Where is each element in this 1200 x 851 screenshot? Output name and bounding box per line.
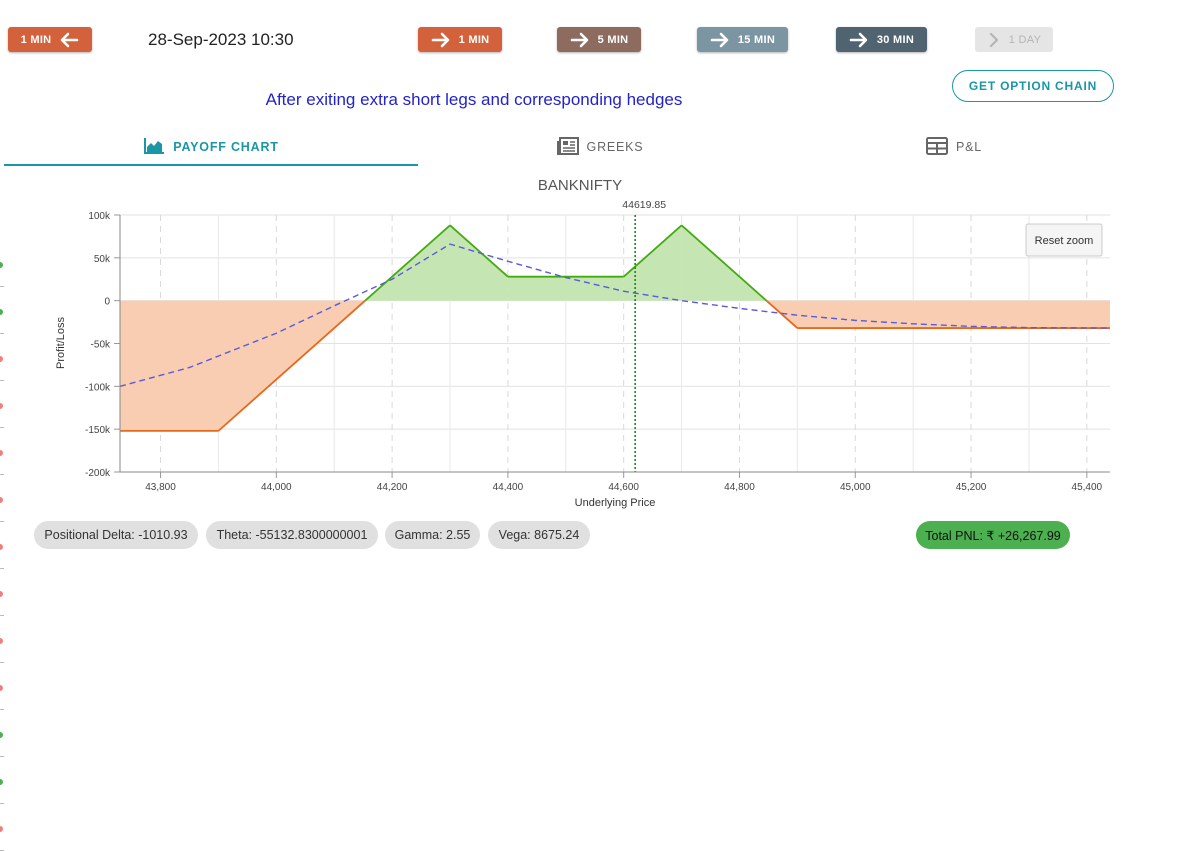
back-label: 1 MIN bbox=[20, 33, 52, 46]
area-chart-icon bbox=[143, 137, 165, 158]
edge-tick bbox=[0, 803, 4, 804]
y-tick-label: -50k bbox=[91, 340, 111, 351]
current-datetime: 28-Sep-2023 10:30 bbox=[148, 30, 294, 49]
chevron-right-icon bbox=[987, 32, 1001, 48]
spot-price-label: 44619.85 bbox=[622, 199, 666, 211]
edge-tick bbox=[0, 521, 4, 522]
profit-area bbox=[450, 225, 508, 301]
forward-30min-button[interactable]: 30 MIN bbox=[836, 27, 927, 52]
x-tick-label: 45,000 bbox=[840, 482, 871, 493]
status-dot bbox=[0, 544, 3, 550]
toolbar: 1 MIN 28-Sep-2023 10:30 1 MIN 5 MIN 15 M… bbox=[0, 0, 1200, 70]
tab-pnl[interactable]: P&L bbox=[754, 128, 1154, 166]
tab-payoff-chart-label: PAYOFF CHART bbox=[173, 140, 279, 154]
x-tick-label: 44,000 bbox=[261, 482, 292, 493]
get-option-chain-button[interactable]: GET OPTION CHAIN bbox=[952, 70, 1114, 102]
y-axis-label: Profit/Loss bbox=[55, 317, 67, 369]
edge-tick bbox=[0, 662, 4, 663]
forward-1min-button[interactable]: 1 MIN bbox=[418, 27, 502, 52]
edge-tick bbox=[0, 286, 4, 287]
x-axis-label: Underlying Price bbox=[575, 497, 656, 509]
y-tick-label: 50k bbox=[94, 254, 111, 265]
tab-payoff-chart[interactable]: PAYOFF CHART bbox=[4, 128, 418, 166]
tab-greeks-label: GREEKS bbox=[586, 140, 644, 154]
status-dot bbox=[0, 826, 3, 832]
forward-5min-label: 5 MIN bbox=[597, 33, 629, 46]
y-tick-label: 0 bbox=[104, 297, 110, 308]
x-tick-label: 44,600 bbox=[608, 482, 639, 493]
left-edge-indicators bbox=[0, 240, 6, 851]
arrow-left-icon bbox=[59, 32, 79, 48]
x-tick-label: 43,800 bbox=[145, 482, 176, 493]
arrow-right-icon bbox=[710, 32, 730, 48]
edge-tick bbox=[0, 333, 4, 334]
edge-tick bbox=[0, 427, 4, 428]
x-tick-label: 45,200 bbox=[956, 482, 987, 493]
status-dot bbox=[0, 685, 3, 691]
edge-tick bbox=[0, 380, 4, 381]
edge-tick bbox=[0, 615, 4, 616]
loss-area bbox=[120, 300, 219, 431]
tab-pnl-label: P&L bbox=[955, 140, 983, 154]
loss-area bbox=[797, 300, 1110, 329]
table-grid-icon bbox=[925, 136, 948, 158]
arrow-right-icon bbox=[431, 32, 451, 48]
tab-greeks[interactable]: GREEKS bbox=[400, 128, 800, 166]
forward-5min-button[interactable]: 5 MIN bbox=[557, 27, 641, 52]
forward-1day-button[interactable]: 1 DAY bbox=[975, 27, 1053, 52]
edge-tick bbox=[0, 568, 4, 569]
greeks-summary: Positional Delta: -1010.93 Theta: -55132… bbox=[0, 521, 1200, 551]
edge-tick bbox=[0, 709, 4, 710]
status-dot bbox=[0, 638, 3, 644]
x-tick-label: 44,200 bbox=[377, 482, 408, 493]
tab-bar: PAYOFF CHART GREEKS P&L bbox=[4, 128, 1200, 168]
forward-1day-label: 1 DAY bbox=[1008, 33, 1042, 46]
status-dot bbox=[0, 591, 3, 597]
edge-tick bbox=[0, 474, 4, 475]
delta-chip: Positional Delta: -1010.93 bbox=[34, 521, 198, 549]
theta-chip: Theta: -55132.8300000001 bbox=[206, 521, 378, 549]
y-tick-label: 100k bbox=[88, 211, 111, 222]
profit-area bbox=[507, 276, 624, 301]
status-dot bbox=[0, 403, 3, 409]
active-tab-indicator bbox=[4, 164, 418, 166]
forward-1min-label: 1 MIN bbox=[458, 33, 490, 46]
reset-zoom-button[interactable]: Reset zoom bbox=[1025, 223, 1103, 257]
arrow-right-icon bbox=[570, 32, 590, 48]
x-tick-label: 45,400 bbox=[1072, 482, 1103, 493]
status-dot bbox=[0, 262, 3, 268]
status-dot bbox=[0, 450, 3, 456]
y-tick-label: -200k bbox=[85, 468, 111, 479]
payoff-chart-svg: 100k 50k 0 -50k -100k -150k -200k 43,800 44,000 4… bbox=[55, 177, 1111, 509]
newspaper-icon bbox=[556, 136, 579, 158]
forward-15min-button[interactable]: 15 MIN bbox=[697, 27, 788, 52]
x-tick-label: 44,800 bbox=[724, 482, 755, 493]
edge-tick bbox=[0, 756, 4, 757]
vega-chip: Vega: 8675.24 bbox=[488, 521, 590, 549]
status-dot bbox=[0, 356, 3, 362]
chart-title: BANKNIFTY bbox=[538, 177, 622, 194]
arrow-right-icon bbox=[849, 32, 869, 48]
x-tick-label: 44,400 bbox=[493, 482, 524, 493]
back-1min-button[interactable]: 1 MIN bbox=[8, 27, 92, 52]
y-tick-label: -150k bbox=[85, 425, 111, 436]
total-pnl-chip: Total PNL: ₹ +26,267.99 bbox=[916, 521, 1070, 549]
status-dot bbox=[0, 779, 3, 785]
reset-zoom-label: Reset zoom bbox=[1035, 235, 1094, 247]
status-dot bbox=[0, 309, 3, 315]
y-tick-label: -100k bbox=[85, 382, 111, 393]
page-subtitle: After exiting extra short legs and corre… bbox=[265, 90, 683, 109]
forward-30min-label: 30 MIN bbox=[876, 33, 915, 46]
status-dot bbox=[0, 732, 3, 738]
profit-area bbox=[623, 225, 682, 301]
gamma-chip: Gamma: 2.55 bbox=[385, 521, 480, 549]
payoff-chart: 100k 50k 0 -50k -100k -150k -200k 43,800 44,000 4… bbox=[0, 170, 1200, 515]
forward-15min-label: 15 MIN bbox=[737, 33, 776, 46]
status-dot bbox=[0, 497, 3, 503]
